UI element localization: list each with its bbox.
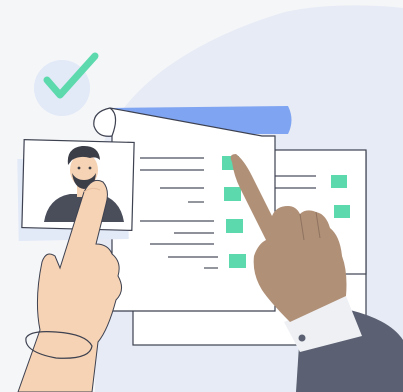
checkbox-icon: [229, 254, 246, 268]
checkmark-icon: [34, 52, 99, 116]
cuff-button: [298, 334, 306, 342]
resume-review-illustration: [0, 0, 403, 392]
checkbox-icon: [226, 219, 243, 233]
checkbox-icon: [331, 175, 347, 188]
checkbox-icon: [224, 187, 241, 201]
checkbox-icon: [334, 205, 350, 218]
